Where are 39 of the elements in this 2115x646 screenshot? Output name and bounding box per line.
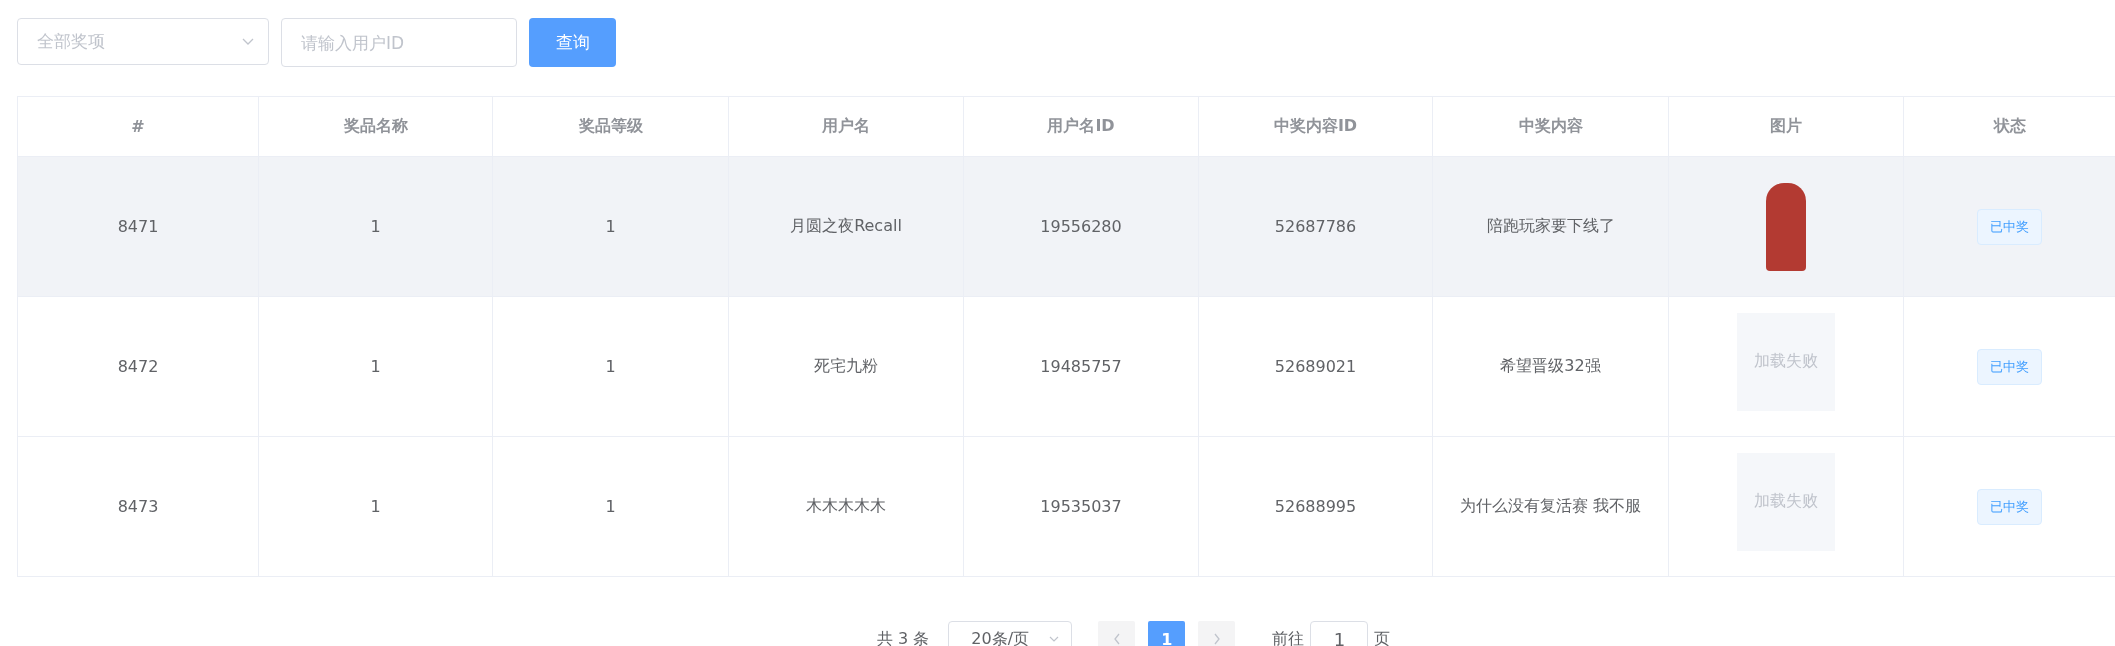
table-cell: 19556280 [1040,217,1122,236]
table-cell: 1 [370,217,381,236]
table-cell: 52687786 [1274,217,1357,236]
table-cell: 1 [605,357,616,376]
user-id-field[interactable]: 请输入用户ID [281,18,517,67]
chevron-left-icon [1112,633,1121,645]
table-cell: 8472 [117,357,159,376]
goto-page-field[interactable]: 1 [1310,621,1369,646]
status-tag: 已中奖 [1977,208,2042,245]
page-suffix: 页 [1374,628,1391,646]
table-cell: 1 [605,497,616,516]
table-cell: 52688995 [1274,497,1357,516]
table-cell: 希望晋级32强 [1500,356,1601,377]
table-cell: 为什么没有复活赛 我不服 [1459,496,1642,517]
table-cell: 8471 [117,217,159,236]
table-cell: 1 [370,497,381,516]
next-page-button[interactable] [1198,621,1236,646]
table-cell: 木木木木木 [806,496,886,517]
status-tag: 已中奖 [1977,488,2042,525]
total-count: 共 3 条 [877,628,930,646]
page-number-button[interactable]: 1 [1148,621,1186,646]
page-size-select[interactable]: 20条/页 [948,621,1073,646]
table-cell: 52689021 [1274,357,1357,376]
table-cell: 死宅九粉 [814,356,878,377]
prize-select[interactable]: 全部奖项 [17,18,269,65]
chevron-down-icon [1049,636,1060,642]
table-cell: 19485757 [1040,357,1122,376]
chevron-down-icon [242,37,254,46]
goto-label: 前往 [1272,628,1305,646]
table-cell: 1 [370,357,381,376]
table-cell: 1 [605,217,616,236]
table-cell: 陪跑玩家要下线了 [1486,216,1615,237]
query-button[interactable]: 查询 [529,18,616,67]
status-tag: 已中奖 [1977,348,2042,385]
table-cell: 月圆之夜Recall [790,216,902,237]
chevron-right-icon [1212,633,1221,645]
previous-page-button[interactable] [1098,621,1136,646]
table-cell: 19535037 [1040,497,1122,516]
table-cell: 8473 [117,497,159,516]
